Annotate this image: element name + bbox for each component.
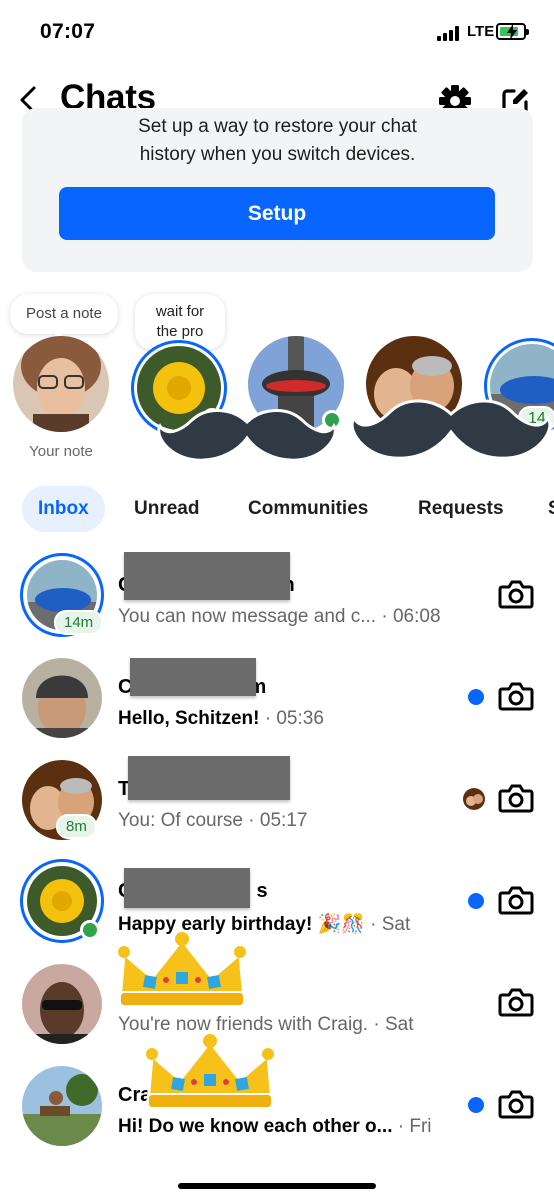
redaction-box [124, 868, 250, 908]
battery-icon [496, 23, 529, 40]
camera-button[interactable] [498, 578, 534, 610]
chat-avatar [22, 658, 102, 738]
note-bubble-text: the pro [156, 323, 204, 340]
chat-preview: You: Of course · 05:17 [118, 810, 308, 831]
camera-icon [498, 1090, 534, 1119]
active-time-badge: 14m [54, 610, 104, 635]
camera-button[interactable] [498, 884, 534, 916]
tab-more[interactable]: S [548, 486, 554, 532]
backup-message-line2: history when you switch devices. [139, 144, 416, 165]
camera-icon [498, 886, 534, 915]
chat-avatar [22, 1066, 102, 1146]
backup-message-line1: Set up a way to restore your chat [138, 116, 417, 137]
camera-icon [498, 988, 534, 1017]
redaction-box [128, 756, 290, 800]
chat-row[interactable]: 8m T You: Of course · 05:17 [0, 748, 554, 850]
notes-row: Post a note Your note wait for the pro 8… [0, 290, 554, 480]
camera-button[interactable] [498, 1088, 534, 1120]
crown-sticker [118, 932, 246, 1007]
note-bubble-text: wait for [155, 303, 205, 320]
tab-communities[interactable]: Communities [248, 486, 368, 532]
unread-indicator [468, 1097, 484, 1113]
active-time-badge: 8m [56, 814, 97, 839]
unread-indicator [468, 689, 484, 705]
chat-row[interactable]: Cm Hello, Schitzen! · 05:36 [0, 646, 554, 748]
signal-icon [437, 26, 461, 41]
mustache-sticker [350, 399, 552, 460]
camera-button[interactable] [498, 782, 534, 814]
camera-icon [498, 682, 534, 711]
backup-card: Set up a way to restore your chat histor… [22, 108, 533, 272]
camera-icon [498, 784, 534, 813]
tab-unread[interactable]: Unread [134, 486, 199, 532]
chat-row[interactable]: Cs Happy early birthday! 🎉🎊 · Sat [0, 850, 554, 952]
chat-preview: Hi! Do we know each other o... · Fri [118, 1116, 432, 1137]
backup-message: Set up a way to restore your chat histor… [22, 116, 533, 168]
filter-tabs: Inbox Unread Communities Requests S [0, 486, 554, 532]
chat-avatar [22, 964, 102, 1044]
note-bubble[interactable]: Post a note [10, 294, 118, 342]
note-bubble-text: Post a note [26, 305, 102, 322]
your-note-avatar[interactable] [13, 336, 109, 432]
chat-row[interactable]: 14m Cn You can now message and c... · 06… [0, 544, 554, 646]
camera-button[interactable] [498, 986, 534, 1018]
online-indicator [80, 920, 100, 940]
status-bar: 07:07 LTE [0, 0, 554, 66]
redaction-box [130, 658, 256, 696]
note-label: Your note [29, 443, 93, 460]
camera-icon [498, 580, 534, 609]
network-type: LTE [467, 23, 495, 40]
chat-preview: You can now message and c... · 06:08 [118, 606, 441, 627]
redaction-box [124, 552, 290, 600]
read-receipt-avatar [463, 788, 485, 810]
status-time: 07:07 [40, 20, 96, 43]
tab-inbox[interactable]: Inbox [22, 486, 105, 532]
chat-preview: Hello, Schitzen! · 05:36 [118, 708, 324, 729]
camera-button[interactable] [498, 680, 534, 712]
tab-requests[interactable]: Requests [418, 486, 504, 532]
mustache-sticker [157, 408, 337, 462]
setup-button[interactable]: Setup [59, 187, 495, 240]
unread-indicator [468, 893, 484, 909]
crown-sticker [146, 1034, 274, 1109]
home-indicator[interactable] [178, 1183, 376, 1189]
